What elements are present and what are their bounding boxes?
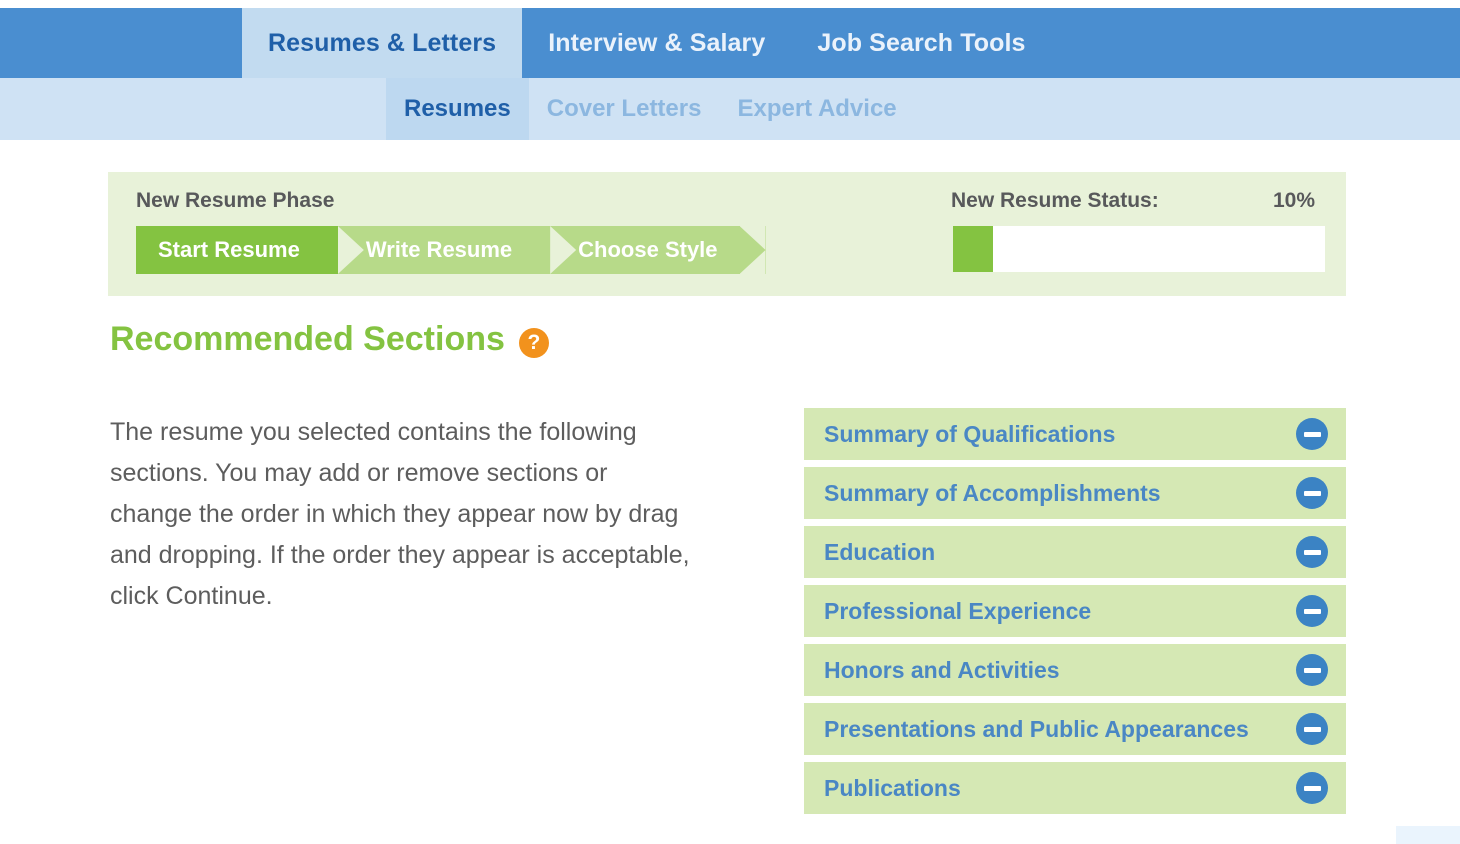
- chevron-right-end-icon: [739, 226, 766, 274]
- recommended-sections-list: Summary of Qualifications Summary of Acco…: [804, 408, 1346, 814]
- phase-step-write-resume[interactable]: Write Resume: [337, 226, 551, 274]
- section-list-item-label: Summary of Accomplishments: [824, 480, 1161, 506]
- minus-glyph: [1303, 726, 1321, 732]
- section-list-item-label: Education: [824, 539, 936, 565]
- minus-glyph: [1303, 785, 1321, 791]
- phase-step-start-resume[interactable]: Start Resume: [136, 226, 338, 274]
- topnav-left-spacer: [0, 8, 242, 78]
- section-list-item[interactable]: Professional Experience: [804, 585, 1346, 637]
- resume-status-percent: 10%: [1273, 189, 1316, 212]
- primary-navigation-bar: Resumes & Letters Interview & Salary Job…: [0, 8, 1460, 78]
- section-list-item[interactable]: Summary of Accomplishments: [804, 467, 1346, 519]
- section-list-item-label: Professional Experience: [824, 598, 1092, 624]
- phase-panel-title: New Resume Phase: [136, 189, 335, 212]
- section-list-item-label: Honors and Activities: [824, 657, 1060, 683]
- secondary-navigation-bar: Resumes Cover Letters Expert Advice: [0, 78, 1460, 140]
- section-list-item[interactable]: Education: [804, 526, 1346, 578]
- minus-glyph: [1303, 490, 1321, 496]
- question-mark-icon[interactable]: ?: [518, 327, 549, 358]
- topnav-tab-label: Job Search Tools: [817, 28, 1026, 57]
- topnav-tab-label: Interview & Salary: [548, 28, 766, 57]
- topnav-tab-resumes-and-letters[interactable]: Resumes & Letters: [242, 8, 523, 78]
- minus-glyph: [1303, 608, 1321, 614]
- section-list-item[interactable]: Presentations and Public Appearances: [804, 703, 1346, 755]
- minus-circle-icon[interactable]: [1296, 418, 1328, 450]
- topnav-tab-interview-and-salary[interactable]: Interview & Salary: [522, 8, 791, 78]
- resume-progress-fill: [953, 226, 993, 272]
- minus-circle-icon[interactable]: [1296, 536, 1328, 568]
- chevron-right-icon: [337, 226, 364, 274]
- section-list-item-label: Summary of Qualifications: [824, 421, 1116, 447]
- topnav-tab-label: Resumes & Letters: [268, 28, 497, 57]
- minus-glyph: [1303, 431, 1321, 437]
- section-list-item[interactable]: Honors and Activities: [804, 644, 1346, 696]
- subnav-tab-resumes[interactable]: Resumes: [386, 78, 529, 140]
- minus-circle-icon[interactable]: [1296, 595, 1328, 627]
- subnav-left-spacer: [0, 78, 386, 140]
- section-list-item[interactable]: Publications: [804, 762, 1346, 814]
- minus-circle-icon[interactable]: [1296, 654, 1328, 686]
- instructions-paragraph: The resume you selected contains the fol…: [110, 418, 690, 610]
- page-title: Recommended Sections ?: [110, 320, 549, 359]
- minus-circle-icon[interactable]: [1296, 772, 1328, 804]
- subnav-tab-label: Cover Letters: [546, 95, 702, 122]
- offscreen-panel-edge: [1396, 826, 1460, 844]
- resume-status-label: New Resume Status:: [951, 189, 1159, 212]
- subnav-tab-label: Resumes: [404, 95, 511, 122]
- topnav-tab-job-search-tools[interactable]: Job Search Tools: [791, 8, 1051, 78]
- chevron-right-icon: [550, 226, 577, 274]
- section-list-item-label: Publications: [824, 775, 961, 801]
- section-list-item-label: Presentations and Public Appearances: [824, 716, 1249, 742]
- minus-circle-icon[interactable]: [1296, 713, 1328, 745]
- subnav-tab-cover-letters[interactable]: Cover Letters: [529, 78, 720, 140]
- phase-step-label: Write Resume: [365, 237, 513, 262]
- phase-step-label: Start Resume: [158, 237, 300, 262]
- phase-step-breadcrumb: Start Resume Write Resume Choose Style: [136, 226, 766, 274]
- minus-circle-icon[interactable]: [1296, 477, 1328, 509]
- page-title-text: Recommended Sections: [110, 320, 505, 358]
- section-list-item[interactable]: Summary of Qualifications: [804, 408, 1346, 460]
- subnav-tab-label: Expert Advice: [737, 95, 897, 122]
- minus-glyph: [1303, 667, 1321, 673]
- phase-step-choose-style[interactable]: Choose Style: [550, 226, 766, 274]
- minus-glyph: [1303, 549, 1321, 555]
- phase-step-label: Choose Style: [578, 237, 718, 262]
- subnav-tab-expert-advice[interactable]: Expert Advice: [719, 78, 914, 140]
- resume-progress-bar: [953, 226, 1325, 272]
